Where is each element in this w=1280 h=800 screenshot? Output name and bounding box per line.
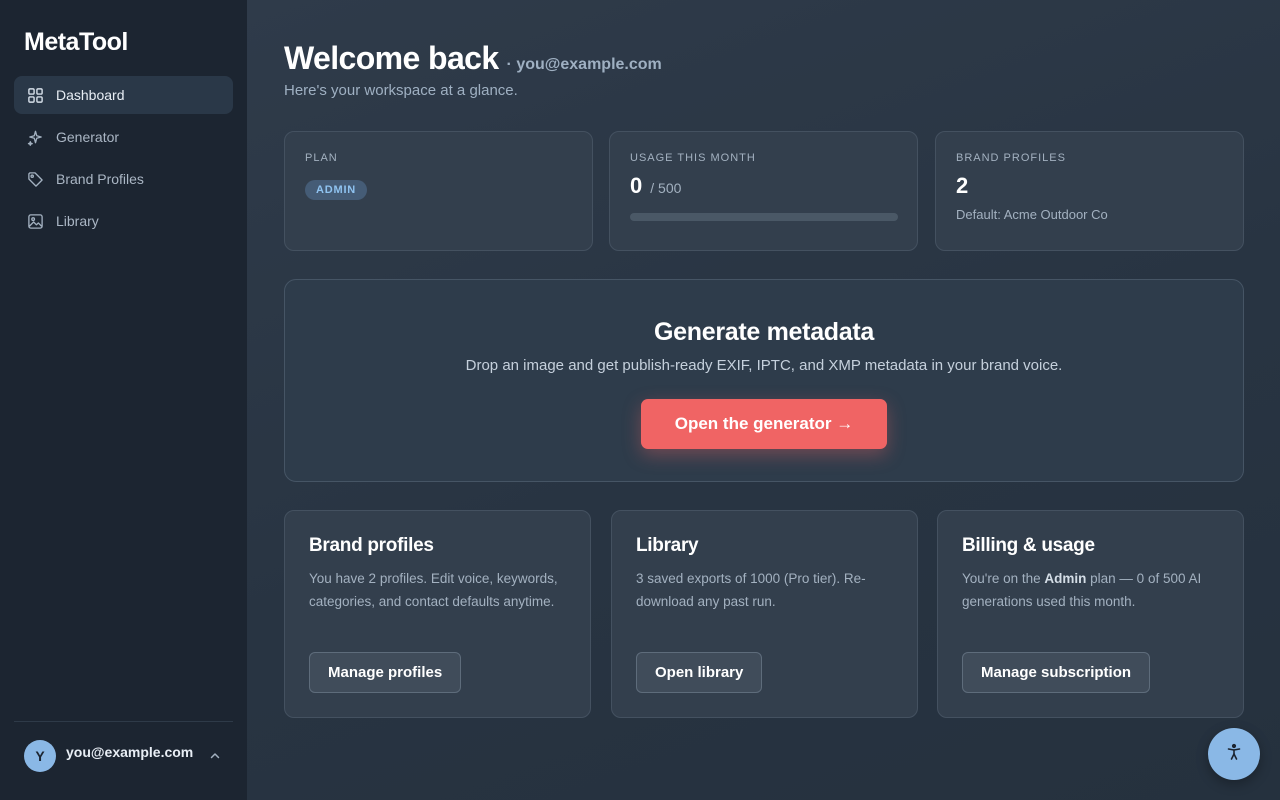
- sidebar-nav: Dashboard Generator Brand Profiles Libra…: [14, 76, 233, 244]
- sidebar-item-dashboard[interactable]: Dashboard: [14, 76, 233, 114]
- sidebar: MetaTool Dashboard Generator Brand Profi…: [0, 0, 247, 800]
- user-menu[interactable]: Y you@example.com: [24, 740, 224, 772]
- accessibility-button[interactable]: [1208, 728, 1260, 780]
- usage-progress-bar: [630, 213, 898, 221]
- avatar: Y: [24, 740, 56, 772]
- card-text: You're on the Admin plan — 0 of 500 AI g…: [962, 567, 1219, 613]
- open-library-button[interactable]: Open library: [636, 652, 763, 693]
- billing-info-card: Billing & usage You're on the Admin plan…: [937, 510, 1244, 718]
- manage-profiles-button[interactable]: Manage profiles: [309, 652, 462, 693]
- page-title: Welcome back: [284, 40, 499, 76]
- header-email: · you@example.com: [506, 56, 662, 73]
- main-content: Welcome back · you@example.com Here's yo…: [247, 0, 1280, 800]
- plan-badge: ADMIN: [305, 180, 368, 200]
- image-icon: [26, 212, 44, 230]
- app-logo[interactable]: MetaTool: [24, 28, 128, 57]
- billing-plan-name: Admin: [1044, 571, 1087, 586]
- usage-card: USAGE THIS MONTH 0 / 500: [609, 131, 918, 251]
- user-email: you@example.com: [66, 744, 194, 760]
- usage-total: / 500: [650, 180, 682, 196]
- usage-count: 0 / 500: [630, 173, 897, 199]
- brand-profiles-count: 2: [956, 173, 969, 198]
- sidebar-item-generator[interactable]: Generator: [14, 118, 233, 156]
- sparkle-icon: [26, 128, 44, 146]
- sidebar-item-library[interactable]: Library: [14, 202, 233, 240]
- usage-label: USAGE THIS MONTH: [630, 152, 756, 164]
- chevron-up-icon[interactable]: [208, 749, 222, 763]
- brand-profiles-card: BRAND PROFILES 2 Default: Acme Outdoor C…: [935, 131, 1244, 251]
- sidebar-item-label: Library: [56, 213, 99, 229]
- dashboard-grid-icon: [26, 86, 44, 104]
- card-title: Billing & usage: [962, 535, 1095, 556]
- sidebar-item-label: Brand Profiles: [56, 171, 144, 187]
- welcome-header: Welcome back · you@example.com: [284, 40, 662, 77]
- tag-icon: [26, 170, 44, 188]
- sidebar-item-label: Generator: [56, 129, 120, 145]
- card-text: 3 saved exports of 1000 (Pro tier). Re-d…: [636, 571, 866, 609]
- plan-label: PLAN: [305, 152, 338, 164]
- hero-title: Generate metadata: [654, 318, 874, 346]
- card-title: Library: [636, 535, 699, 556]
- sidebar-item-brand-profiles[interactable]: Brand Profiles: [14, 160, 233, 198]
- page-subtitle: Here's your workspace at a glance.: [284, 82, 518, 99]
- library-info-card: Library 3 saved exports of 1000 (Pro tie…: [611, 510, 918, 718]
- default-profile: Default: Acme Outdoor Co: [956, 207, 1108, 222]
- open-generator-button[interactable]: Open the generator →: [641, 399, 887, 449]
- brand-profiles-label: BRAND PROFILES: [956, 152, 1066, 164]
- usage-used: 0: [630, 173, 643, 198]
- card-title: Brand profiles: [309, 535, 434, 556]
- billing-text-pre: You're on the: [962, 571, 1045, 586]
- sidebar-item-label: Dashboard: [56, 87, 125, 103]
- sidebar-divider: [14, 721, 233, 722]
- accessibility-icon: [1225, 743, 1243, 766]
- brand-profiles-info-card: Brand profiles You have 2 profiles. Edit…: [284, 510, 591, 718]
- plan-card: PLAN ADMIN: [284, 131, 593, 251]
- hero-subtitle: Drop an image and get publish-ready EXIF…: [465, 357, 1063, 374]
- generate-hero: Generate metadata Drop an image and get …: [284, 279, 1244, 482]
- card-text: You have 2 profiles. Edit voice, keyword…: [309, 571, 558, 609]
- manage-subscription-button[interactable]: Manage subscription: [962, 652, 1151, 693]
